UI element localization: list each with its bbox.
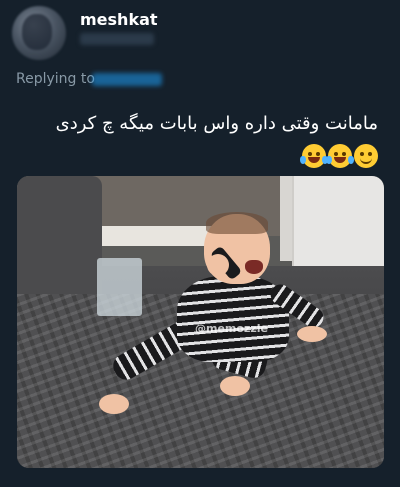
handle-redacted xyxy=(80,33,154,45)
baby-mouth xyxy=(245,260,263,274)
tweet-text: مامانت وقتی داره واس بابات میگه چ کردی xyxy=(55,113,378,134)
emoji-row xyxy=(300,144,378,168)
photo-toy-box xyxy=(97,258,142,316)
tweet-media-image[interactable]: @memozzle xyxy=(17,176,384,468)
photo-door xyxy=(292,176,384,266)
baby-foot-right xyxy=(220,376,250,396)
photo-baseboard xyxy=(97,226,217,246)
baby-hair xyxy=(206,212,268,234)
avatar[interactable] xyxy=(12,6,66,60)
baby-hand-left xyxy=(207,254,229,276)
face-with-tears-of-joy-icon xyxy=(326,144,354,168)
replying-to-label: Replying to xyxy=(16,71,95,87)
slightly-smiling-face-icon xyxy=(354,144,378,168)
baby-hand-right xyxy=(297,326,327,342)
watermark: @memozzle xyxy=(195,322,268,335)
username[interactable]: meshkat xyxy=(80,10,158,29)
reply-handle-redacted[interactable] xyxy=(92,73,162,86)
baby-foot-left xyxy=(99,394,129,414)
face-with-tears-of-joy-icon xyxy=(300,144,328,168)
